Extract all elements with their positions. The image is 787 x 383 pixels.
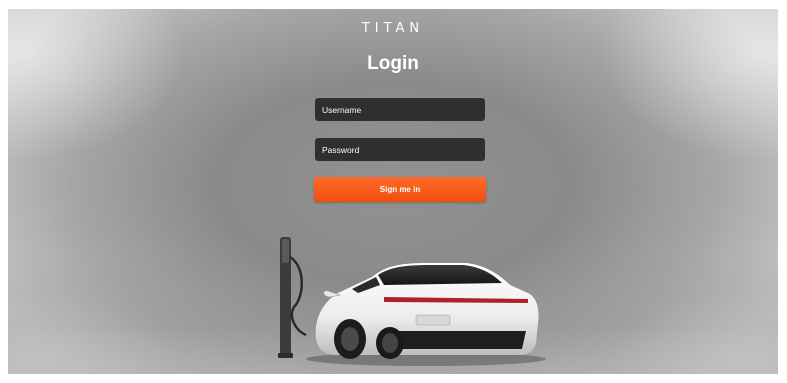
password-input[interactable] [314,137,486,162]
charger-icon [278,237,307,358]
username-input[interactable] [314,97,486,122]
brand-logo: TITAN [361,21,425,36]
car-charger-illustration [278,237,546,366]
car-icon [315,263,539,359]
login-page: TITAN Login Sign me in [8,9,778,374]
sign-in-button[interactable]: Sign me in [314,177,486,202]
page-title: Login [367,53,419,74]
